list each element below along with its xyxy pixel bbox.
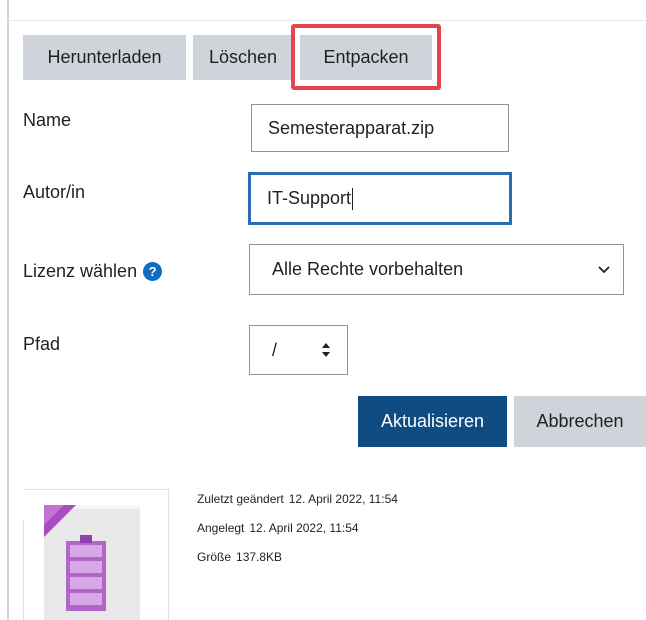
cancel-button[interactable]: Abbrechen — [514, 396, 646, 447]
created-label: Angelegt — [197, 521, 245, 535]
author-input-value: IT-Support — [267, 188, 352, 208]
thumbnail-border — [23, 489, 169, 490]
size-value: 137.8KB — [236, 550, 283, 564]
thumbnail-border-right — [168, 489, 169, 620]
modified-label: Zuletzt geändert — [197, 492, 284, 506]
path-select-value: / — [272, 339, 278, 360]
path-label: Pfad — [23, 334, 61, 354]
license-select[interactable]: Alle Rechte vorbehalten — [249, 244, 624, 295]
license-label: Lizenz wählen — [23, 261, 138, 281]
text-caret — [352, 187, 354, 210]
thumbnail-border-left — [23, 520, 24, 620]
chevron-down-icon — [598, 266, 610, 274]
help-icon[interactable]: ? — [143, 262, 163, 281]
name-input[interactable]: Semesterapparat.zip — [251, 104, 509, 152]
name-input-value: Semesterapparat.zip — [268, 117, 435, 138]
zip-file-icon — [44, 505, 140, 620]
delete-button[interactable]: Löschen — [193, 35, 293, 80]
file-created: Angelegt 12. April 2022, 11:54 — [197, 521, 359, 535]
sort-icon — [322, 343, 330, 357]
unzip-button[interactable]: Entpacken — [300, 35, 432, 80]
name-label: Name — [23, 110, 72, 130]
update-button[interactable]: Aktualisieren — [358, 396, 507, 447]
download-button[interactable]: Herunterladen — [23, 35, 186, 80]
author-input[interactable]: IT-Support — [248, 172, 512, 225]
created-value: 12. April 2022, 11:54 — [249, 521, 359, 535]
file-size: Größe 137.8KB — [197, 550, 282, 564]
file-modified: Zuletzt geändert 12. April 2022, 11:54 — [197, 492, 398, 506]
panel-border-top — [7, 20, 646, 21]
path-select[interactable]: / — [249, 325, 348, 375]
license-select-value: Alle Rechte vorbehalten — [272, 259, 464, 279]
panel-border-left — [7, 0, 9, 620]
size-label: Größe — [197, 550, 232, 564]
author-label: Autor/in — [23, 182, 86, 202]
license-label-group: Lizenz wählen ? — [23, 261, 163, 282]
modified-value: 12. April 2022, 11:54 — [288, 492, 398, 506]
